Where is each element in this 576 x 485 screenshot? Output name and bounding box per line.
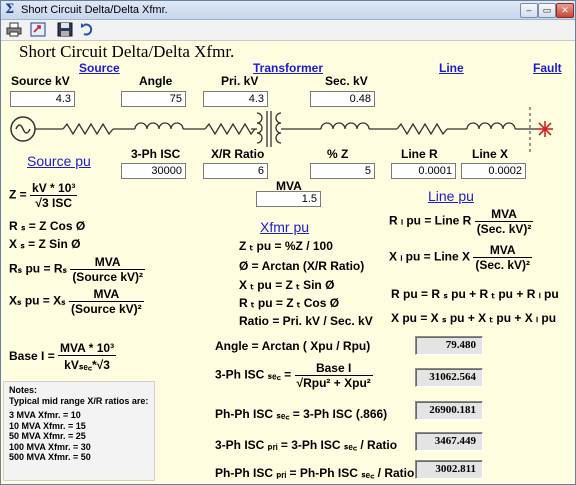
- notes-item: 50 MVA Xfmr. = 25: [9, 431, 86, 441]
- line-resistor-icon: [396, 122, 448, 136]
- rt-formula: R ₜ pu = Z ₜ Cos Ø: [239, 296, 340, 310]
- app-icon: Σ: [5, 2, 15, 17]
- page-title: Short Circuit Delta/Delta Xfmr.: [19, 42, 235, 61]
- xs-formula: X ₛ = Z Sin Ø: [9, 237, 81, 251]
- xfmr-pu-header: Xfmr pu: [260, 219, 310, 235]
- phph-sec-formula: Ph-Ph ISC ₛₑ꜀ = 3-Ph ISC (.866): [215, 407, 388, 421]
- minimize-button[interactable]: –: [520, 3, 538, 18]
- printer-icon[interactable]: [6, 22, 22, 37]
- rl-formula: R ₗ pu = Line R MVA (Sec. kV)²: [389, 207, 534, 236]
- phph-pri-result: 3002.811: [415, 460, 483, 479]
- phph-sec-result: 26900.181: [415, 401, 483, 420]
- line-inductor-icon: [466, 122, 516, 130]
- line-x-input[interactable]: 0.0002: [461, 163, 526, 179]
- sec-kv-input[interactable]: 0.48: [310, 91, 375, 107]
- isc-pri-formula: 3-Ph ISC ₚᵣᵢ = 3-Ph ISC ₛₑ꜀ / Ratio: [215, 438, 398, 452]
- toolbar: [1, 20, 575, 41]
- phi-formula: Ø = Arctan (X/R Ratio): [239, 259, 365, 273]
- source-resistor-icon: [62, 122, 114, 136]
- notes-item: 100 MVA Xfmr. = 30: [9, 441, 91, 452]
- notes-title: Notes:: [9, 385, 38, 395]
- sec-kv-label: Sec. kV: [325, 74, 368, 88]
- source-ac-icon: [10, 116, 36, 142]
- z-formula: Z = kV * 10³ √3 ISC: [9, 181, 78, 210]
- source-kv-label: Source kV: [11, 74, 70, 88]
- base-i-formula: Base I = MVA * 10³ kVₛₑ꜀*√3: [9, 341, 117, 372]
- window-title: Short Circuit Delta/Delta Xfmr.: [21, 4, 168, 16]
- zt-formula: Z ₜ pu = %Z / 100: [239, 239, 333, 253]
- notes-subtitle: Typical mid range X/R ratios are:: [9, 395, 149, 406]
- isc-pri-result: 3467.449: [415, 432, 483, 451]
- xr-label: X/R Ratio: [211, 147, 265, 161]
- angle-result: 79.480: [415, 336, 483, 355]
- angle-input[interactable]: 75: [121, 91, 186, 107]
- transformer-icon: [256, 111, 282, 147]
- xspu-formula: Xₛ pu = Xₛ MVA (Source kV)²: [9, 287, 144, 316]
- source-kv-input[interactable]: 4.3: [10, 91, 75, 107]
- mva-input[interactable]: 1.5: [256, 191, 321, 207]
- section-line: Line: [439, 61, 464, 75]
- angle-formula: Angle = Arctan ( Xpu / Rpu): [215, 339, 371, 353]
- phph-pri-formula: Ph-Ph ISC ₚᵣᵢ = Ph-Ph ISC ₛₑ꜀ / Ratio: [215, 466, 415, 480]
- line-r-input[interactable]: 0.0001: [391, 163, 456, 179]
- line-pu-header: Line pu: [428, 188, 474, 204]
- xr-input[interactable]: 6: [203, 163, 268, 179]
- export-icon[interactable]: [30, 22, 46, 37]
- isc-input[interactable]: 30000: [121, 163, 186, 179]
- notes-item: 3 MVA Xfmr. = 10: [9, 410, 81, 420]
- xpu-formula: X pu = X ₛ pu + X ₜ pu + X ₗ pu: [391, 311, 557, 325]
- notes-item: 10 MVA Xfmr. = 15: [9, 420, 86, 431]
- rspu-formula: Rₛ pu = Rₛ MVA (Source kV)²: [9, 255, 145, 284]
- line-r-label: Line R: [401, 147, 438, 161]
- pz-label: % Z: [327, 147, 349, 161]
- source-inductor-icon: [134, 122, 184, 130]
- section-fault: Fault: [533, 61, 562, 75]
- source-pu-header: Source pu: [27, 153, 91, 169]
- pri-kv-input[interactable]: 4.3: [203, 91, 268, 107]
- rs-formula: R ₛ = Z Cos Ø: [9, 219, 86, 233]
- rpu-formula: R pu = R ₛ pu + R ₜ pu + R ₗ pu: [391, 287, 559, 301]
- xt-formula: X ₜ pu = Z ₜ Sin Ø: [239, 278, 335, 292]
- isc-label: 3-Ph ISC: [131, 147, 181, 161]
- line-x-label: Line X: [472, 147, 509, 161]
- section-transformer: Transformer: [253, 61, 324, 75]
- undo-icon[interactable]: [79, 22, 95, 37]
- pz-input[interactable]: 5: [310, 163, 375, 179]
- calculator-panel: Short Circuit Delta/Delta Xfmr. Source T…: [1, 41, 575, 484]
- ratio-formula: Ratio = Pri. kV / Sec. kV: [239, 314, 373, 328]
- restore-button[interactable]: ▭: [538, 3, 556, 18]
- xfmr-resistor-icon: [204, 122, 256, 136]
- pri-kv-label: Pri. kV: [221, 74, 259, 88]
- angle-label: Angle: [139, 74, 173, 88]
- app-window: Σ Short Circuit Delta/Delta Xfmr. – ▭ ✕ …: [0, 0, 576, 485]
- xl-formula: X ₗ pu = Line X MVA (Sec. kV)²: [389, 243, 533, 272]
- notes-item: 500 MVA Xfmr. = 50: [9, 452, 91, 462]
- title-bar: Σ Short Circuit Delta/Delta Xfmr. – ▭ ✕: [1, 1, 575, 20]
- section-source: Source: [79, 61, 120, 75]
- xfmr-inductor-icon: [320, 122, 370, 130]
- isc-sec-result: 31062.564: [415, 368, 483, 387]
- save-icon[interactable]: [57, 22, 73, 37]
- isc-sec-formula: 3-Ph ISC ₛₑ꜀ = Base I √Rpu² + Xpu²: [215, 361, 373, 390]
- fault-icon: [537, 121, 553, 137]
- close-button[interactable]: ✕: [556, 3, 574, 18]
- notes-box: Notes: Typical mid range X/R ratios are:…: [3, 381, 155, 481]
